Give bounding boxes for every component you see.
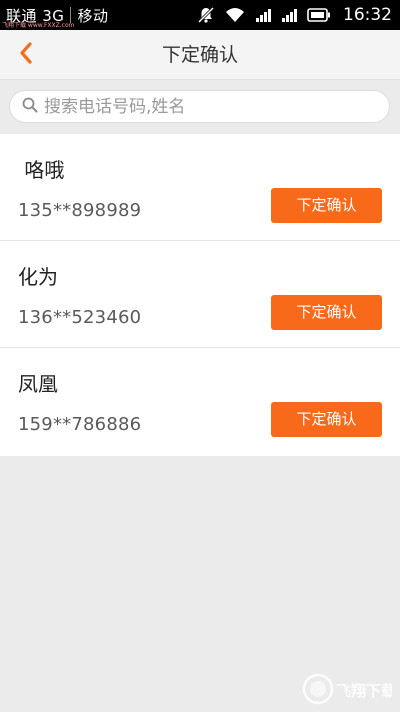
search-icon — [22, 97, 38, 117]
carrier-secondary: 移动 — [77, 6, 109, 25]
contact-name: 化为 — [18, 265, 58, 289]
contact-phone: 159**786886 — [18, 414, 142, 435]
battery-icon — [307, 8, 331, 22]
confirm-order-button[interactable]: 下定确认 — [271, 402, 382, 437]
contact-phone: 135**898989 — [18, 200, 142, 221]
wifi-icon — [225, 7, 245, 23]
status-icons: 16:32 — [197, 5, 392, 25]
search-area — [0, 80, 400, 134]
list-item: 咯哦 135**898989 下定确认 — [0, 134, 400, 241]
watermark-text: 飞翔下载 www.FXXZ.com — [2, 22, 75, 29]
page-title: 下定确认 — [161, 44, 238, 66]
carrier-divider — [70, 6, 72, 23]
signal-icon — [281, 7, 297, 23]
contact-phone: 136**523460 — [18, 307, 142, 328]
status-bar: 联通 3G 移动 16:32 飞翔下载 www.FXXZ.com — [0, 0, 400, 30]
signal-icon — [255, 7, 271, 23]
mute-icon — [197, 6, 215, 24]
contact-name: 凤凰 — [18, 372, 58, 396]
list-item: 化为 136**523460 下定确认 — [0, 241, 400, 348]
search-input[interactable] — [44, 96, 364, 117]
header-bar: 下定确认 — [0, 30, 400, 80]
confirm-order-button[interactable]: 下定确认 — [271, 188, 382, 223]
list-item: 凤凰 159**786886 下定确认 — [0, 348, 400, 456]
confirm-order-button[interactable]: 下定确认 — [271, 295, 382, 330]
watermark-logo-text: 飞翔下载 — [336, 682, 392, 700]
contact-list: 咯哦 135**898989 下定确认 化为 136**523460 下定确认 … — [0, 134, 400, 456]
watermark-logo: 飞翔下载 — [302, 670, 396, 708]
search-box[interactable] — [9, 90, 390, 123]
contact-name: 咯哦 — [18, 158, 65, 182]
status-clock: 16:32 — [343, 5, 392, 25]
